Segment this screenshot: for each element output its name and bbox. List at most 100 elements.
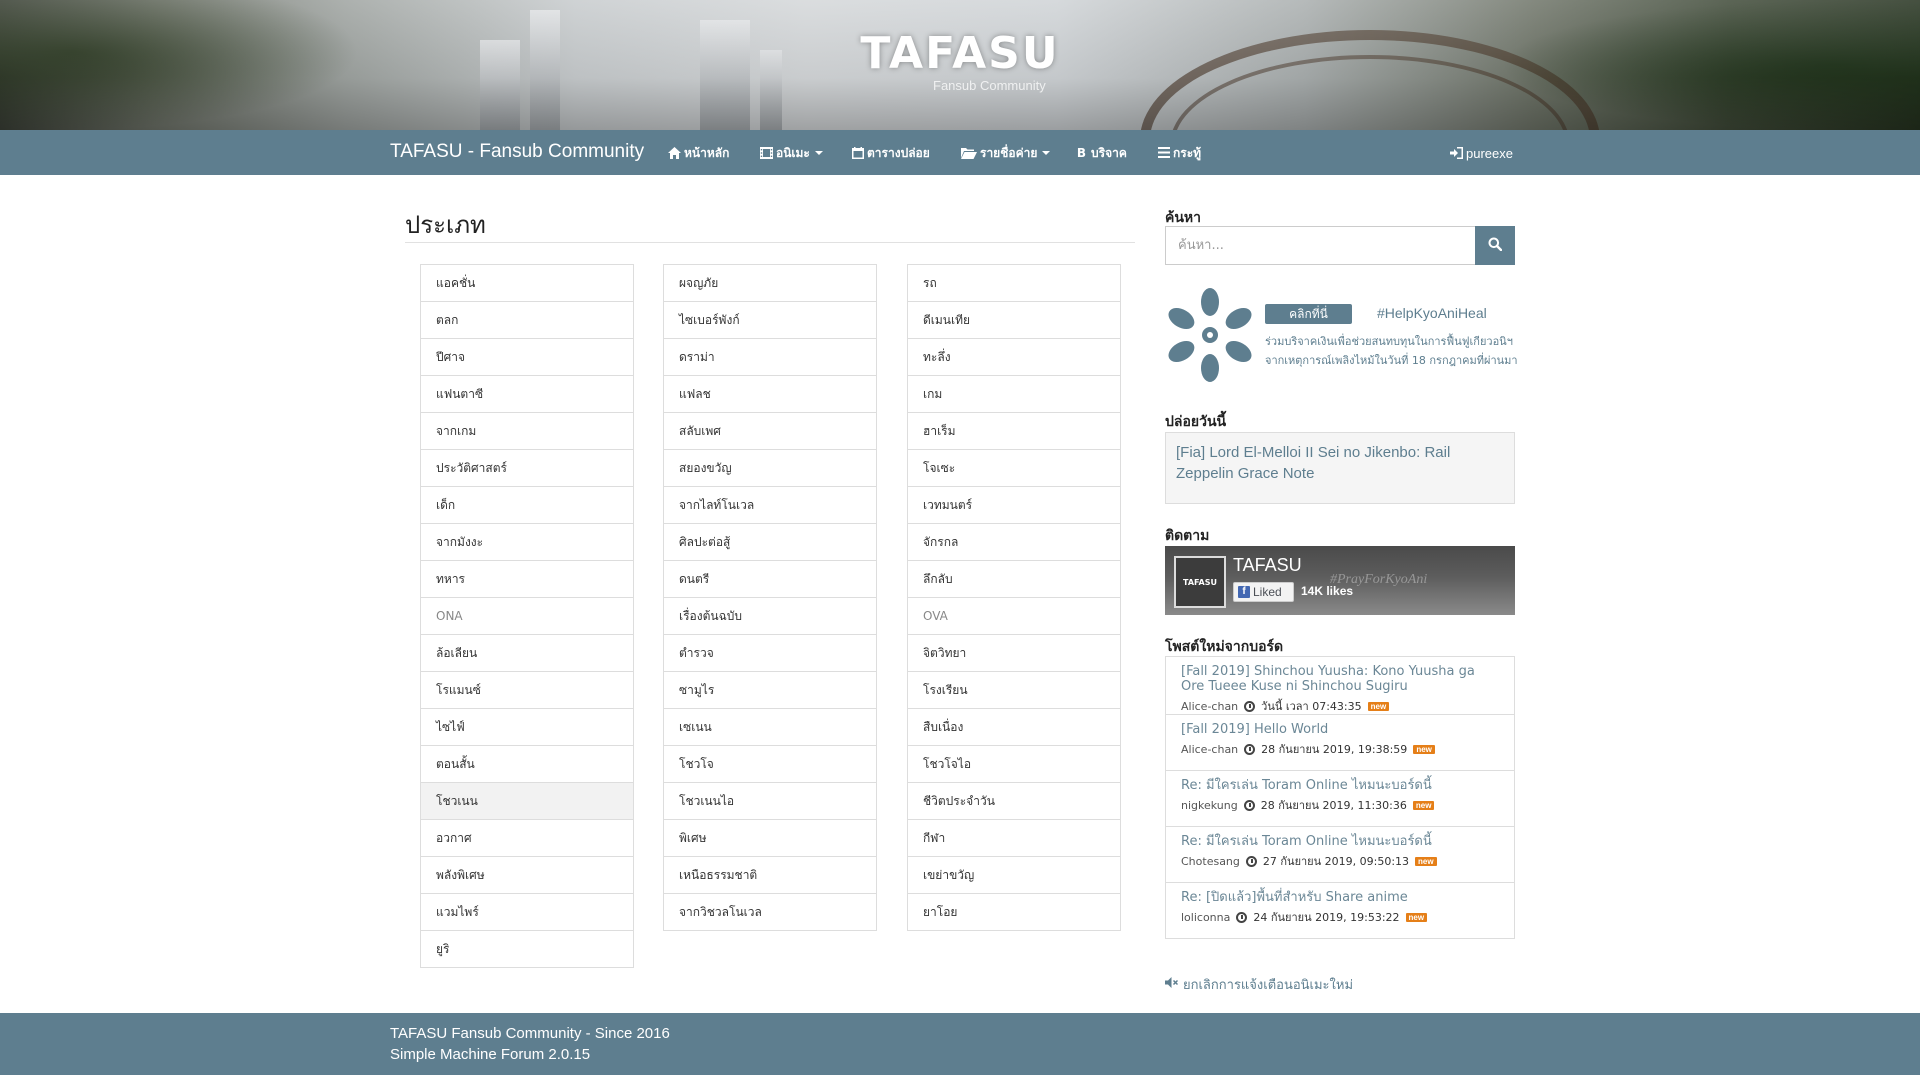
category-item[interactable]: จากวิชวลโนเวล — [663, 893, 877, 931]
category-item[interactable]: แอคชั่น — [420, 264, 634, 302]
category-item[interactable]: เขย่าขวัญ — [907, 856, 1121, 894]
nav-schedule[interactable]: ตารางปล่อย — [851, 144, 930, 162]
category-item[interactable]: แฟนตาซี — [420, 375, 634, 413]
mute-notifications-label: ยกเลิกการแจ้งเตือนอนิเมะใหม่ — [1183, 978, 1354, 993]
post-meta: nigkekung 28 กันยายน 2019, 11:30:36 new — [1181, 796, 1499, 814]
category-item[interactable]: เวทมนตร์ — [907, 486, 1121, 524]
category-item[interactable]: ศิลปะต่อสู้ — [663, 523, 877, 561]
category-item[interactable]: ไซเบอร์พังก์ — [663, 301, 877, 339]
category-item[interactable]: สยองขวัญ — [663, 449, 877, 487]
list-item: Re: [ปิดแล้ว]พื้นที่สำหรับ Share anime l… — [1166, 882, 1514, 938]
category-item[interactable]: ผจญภัย — [663, 264, 877, 302]
category-item[interactable]: ตอนสั้น — [420, 745, 634, 783]
category-item[interactable]: OVA — [907, 597, 1121, 635]
category-item[interactable]: จากเกม — [420, 412, 634, 450]
release-item-link[interactable]: [Fia] Lord El-Melloi II Sei no Jikenbo: … — [1176, 444, 1450, 482]
category-item[interactable]: ซามูไร — [663, 671, 877, 709]
category-item[interactable]: รถ — [907, 264, 1121, 302]
mute-notifications-link[interactable]: ยกเลิกการแจ้งเตือนอนิเมะใหม่ — [1165, 974, 1353, 995]
post-title-link[interactable]: Re: [ปิดแล้ว]พื้นที่สำหรับ Share anime — [1181, 890, 1499, 905]
post-title-link[interactable]: Re: มีใครเล่น Toram Online ไหมนะบอร์ดนี้ — [1181, 778, 1499, 793]
nav-groups[interactable]: รายชื่อค่าย — [961, 144, 1051, 162]
category-item[interactable]: ตำรวจ — [663, 634, 877, 672]
post-author[interactable]: Alice-chan — [1181, 700, 1238, 713]
category-item[interactable]: พลังพิเศษ — [420, 856, 634, 894]
nav-home[interactable]: หน้าหลัก — [668, 144, 729, 162]
category-item[interactable]: ดนตรี — [663, 560, 877, 598]
category-item[interactable]: ลึกลับ — [907, 560, 1121, 598]
post-time: 28 กันยายน 2019, 19:38:59 — [1261, 743, 1408, 756]
nav-forum[interactable]: กระทู้ — [1157, 144, 1201, 162]
facebook-page-widget[interactable]: TAFASU TAFASU #PrayForKyoAni f Liked 14K… — [1165, 546, 1515, 615]
category-item[interactable]: จิตวิทยา — [907, 634, 1121, 672]
category-item[interactable]: จากไลท์โนเวล — [663, 486, 877, 524]
category-item[interactable]: โชวโจ — [663, 745, 877, 783]
category-item[interactable]: ทะลึ่ง — [907, 338, 1121, 376]
facebook-liked-label: Liked — [1253, 585, 1282, 599]
list-item: Re: มีใครเล่น Toram Online ไหมนะบอร์ดนี้… — [1166, 770, 1514, 826]
category-item[interactable]: ยูริ — [420, 930, 634, 968]
category-item[interactable]: โชวเนน — [420, 782, 634, 820]
category-item[interactable]: ONA — [420, 597, 634, 635]
category-item[interactable]: ฮาเร็ม — [907, 412, 1121, 450]
facebook-page-name[interactable]: TAFASU — [1233, 555, 1302, 576]
category-item[interactable]: สลับเพศ — [663, 412, 877, 450]
post-author[interactable]: loliconna — [1181, 911, 1230, 924]
category-item[interactable]: โชวเนนไอ — [663, 782, 877, 820]
category-item[interactable]: โจเซะ — [907, 449, 1121, 487]
category-item[interactable]: จักรกล — [907, 523, 1121, 561]
nav-user[interactable]: pureexe — [1450, 144, 1513, 162]
category-item[interactable]: โรแมนซ์ — [420, 671, 634, 709]
post-title-link[interactable]: Re: มีใครเล่น Toram Online ไหมนะบอร์ดนี้ — [1181, 834, 1499, 849]
navbar-brand[interactable]: TAFASU - Fansub Community — [390, 141, 644, 163]
category-item[interactable]: เหนือธรรมชาติ — [663, 856, 877, 894]
category-item[interactable]: พิเศษ — [663, 819, 877, 857]
category-item[interactable]: เด็ก — [420, 486, 634, 524]
category-item[interactable]: ประวัติศาสตร์ — [420, 449, 634, 487]
category-item[interactable]: ปีศาจ — [420, 338, 634, 376]
category-item[interactable]: โรงเรียน — [907, 671, 1121, 709]
post-author[interactable]: Chotesang — [1181, 855, 1240, 868]
category-item[interactable]: ตลก — [420, 301, 634, 339]
category-item[interactable]: ดราม่า — [663, 338, 877, 376]
site-logo[interactable]: TAFASU — [0, 28, 1920, 79]
chevron-down-icon — [1042, 151, 1051, 155]
post-title-link[interactable]: [Fall 2019] Hello World — [1181, 722, 1499, 737]
clock-icon — [1245, 855, 1257, 867]
category-item[interactable]: แวมไพร์ — [420, 893, 634, 931]
nav-forum-label: กระทู้ — [1173, 145, 1202, 160]
post-author[interactable]: nigkekung — [1181, 799, 1238, 812]
search-input[interactable] — [1165, 226, 1475, 265]
post-author[interactable]: Alice-chan — [1181, 743, 1238, 756]
kyoani-hashtag[interactable]: #HelpKyoAniHeal — [1377, 305, 1487, 321]
category-item[interactable]: กีฬา — [907, 819, 1121, 857]
nav-home-label: หน้าหลัก — [684, 145, 730, 160]
nav-donate[interactable]: B บริจาค — [1075, 144, 1127, 162]
category-item[interactable]: จากมังงะ — [420, 523, 634, 561]
category-item[interactable]: เกม — [907, 375, 1121, 413]
category-item[interactable]: ดีเมนเทีย — [907, 301, 1121, 339]
facebook-icon: f — [1238, 586, 1250, 598]
category-item[interactable]: ยาโอย — [907, 893, 1121, 931]
release-item[interactable]: [Fia] Lord El-Melloi II Sei no Jikenbo: … — [1165, 432, 1515, 504]
post-time: 27 กันยายน 2019, 09:50:13 — [1262, 855, 1410, 868]
facebook-page-logo[interactable]: TAFASU — [1174, 556, 1226, 608]
category-item[interactable]: โชวโจไอ — [907, 745, 1121, 783]
category-item[interactable]: สืบเนื่อง — [907, 708, 1121, 746]
category-item[interactable]: เซเนน — [663, 708, 877, 746]
nav-anime[interactable]: อนิเมะ — [760, 144, 823, 162]
category-item[interactable]: ชีวิตประจำวัน — [907, 782, 1121, 820]
kyoani-click-button[interactable]: คลิกที่นี่ — [1265, 304, 1352, 324]
search-button[interactable] — [1475, 226, 1515, 265]
kyoani-donation-banner: คลิกที่นี่ #HelpKyoAniHeal ร่วมบริจาคเงิ… — [1165, 288, 1518, 382]
category-item[interactable]: อวกาศ — [420, 819, 634, 857]
category-item[interactable]: ล้อเลียน — [420, 634, 634, 672]
category-item[interactable]: แฟลช — [663, 375, 877, 413]
category-item[interactable]: ไซไฟ์ — [420, 708, 634, 746]
category-item[interactable]: ทหาร — [420, 560, 634, 598]
facebook-liked-button[interactable]: f Liked — [1233, 582, 1294, 602]
post-title-link[interactable]: [Fall 2019] Shinchou Yuusha: Kono Yuusha… — [1181, 664, 1499, 694]
navbar: TAFASU - Fansub Community หน้าหลัก อนิเม… — [0, 130, 1920, 175]
post-meta: Chotesang 27 กันยายน 2019, 09:50:13 new — [1181, 852, 1499, 870]
category-item[interactable]: เรื่องต้นฉบับ — [663, 597, 877, 635]
